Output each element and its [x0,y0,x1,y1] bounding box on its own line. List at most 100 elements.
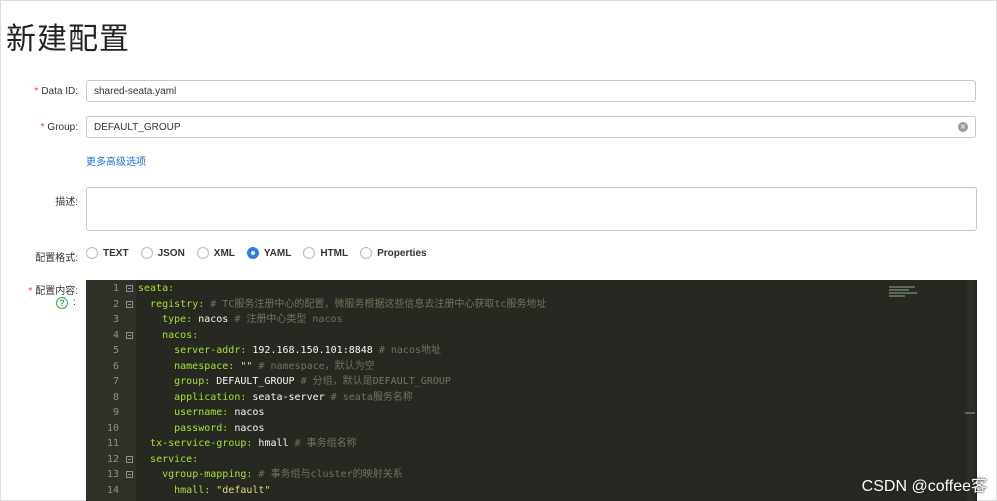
format-radio-text[interactable]: TEXT [86,247,129,259]
code-line[interactable]: 6 namespace: "" # namespace，默认为空 [86,359,977,375]
editor-scrollbar[interactable] [965,280,975,501]
line-number: 10 [106,422,119,434]
yaml-key: group: [174,376,211,387]
fold-toggle-icon[interactable] [126,331,133,339]
content-label: * 配置内容: [28,286,78,297]
code-text: nacos: [138,328,198,344]
clear-icon[interactable]: × [958,122,968,132]
code-line[interactable]: 8 application: seata-server # seata服务名称 [86,390,977,406]
line-number: 4 [112,329,119,341]
line-number: 9 [112,407,119,418]
code-line[interactable]: 11 tx-service-group: hmall # 事务组名称 [86,436,977,452]
radio-icon [360,247,373,259]
line-number: 2 [112,298,119,310]
code-line[interactable]: 9 username: nacos [86,405,977,421]
code-text: password: nacos [138,421,264,437]
yaml-key: vgroup-mapping: [162,469,253,480]
yaml-key: server-addr: [174,345,247,356]
yaml-value: hmall [252,438,289,449]
code-line[interactable]: 2 registry: # TC服务注册中心的配置，微服务根据这些信息去注册中心… [86,297,977,313]
yaml-value: nacos [192,314,229,325]
yaml-comment: # 事务组与cluster的映射关系 [252,469,403,480]
code-text: hmall: "default" [138,483,270,499]
yaml-comment: # 事务组名称 [288,438,357,449]
fold-toggle-icon[interactable] [126,285,133,292]
format-radio-json[interactable]: JSON [140,247,185,259]
code-text: username: nacos [138,405,264,421]
code-line[interactable]: 13 vgroup-mapping: # 事务组与cluster的映射关系 [86,467,977,483]
code-line[interactable]: 1 seata: [86,281,977,297]
code-text: service: [138,452,198,468]
yaml-comment: # namespace，默认为空 [252,360,375,372]
required-mark: * [28,286,33,297]
editor-minimap[interactable] [889,286,919,300]
format-radio-html[interactable]: HTML [303,247,348,259]
line-number: 8 [112,391,119,403]
watermark: CSDN @coffee客 [861,478,987,495]
code-text: group: DEFAULT_GROUP # 分组，默认是DEFAULT_GRO… [138,374,451,390]
code-text: seata: [138,281,174,297]
scroll-thumb[interactable] [965,412,975,414]
page-title: 新建配置 [6,23,130,56]
description-textarea[interactable] [86,187,977,231]
yaml-key: application: [174,391,247,403]
radio-icon [196,247,209,259]
yaml-value: DEFAULT_GROUP [210,376,295,387]
line-number: 12 [106,453,119,465]
radio-icon [303,247,316,259]
group-label: * Group: [40,122,78,133]
code-text: tx-service-group: hmall # 事务组名称 [138,436,357,452]
yaml-key: namespace: [174,360,235,372]
code-line[interactable]: 7 group: DEFAULT_GROUP # 分组，默认是DEFAULT_G… [86,374,977,390]
code-line[interactable]: 10 password: nacos [86,421,977,437]
code-line[interactable]: 3 type: nacos # 注册中心类型 nacos [86,312,977,328]
yaml-key: nacos: [162,329,199,341]
fold-toggle-icon[interactable] [126,300,133,308]
line-number: 6 [112,360,119,372]
yaml-comment: # seata服务名称 [324,391,413,403]
code-text: namespace: "" # namespace，默认为空 [138,359,375,375]
code-text: application: seata-server # seata服务名称 [138,390,413,406]
code-text: server-addr: 192.168.150.101:8848 # naco… [138,343,441,359]
code-line[interactable]: 14 hmall: "default" [86,483,977,499]
format-radio-yaml[interactable]: YAML [246,247,291,259]
yaml-value: "" [234,360,253,372]
required-mark: * [34,86,39,97]
radio-icon [140,247,153,259]
fold-toggle-icon[interactable] [126,455,133,463]
yaml-key: hmall: [174,484,211,496]
yaml-value: "default" [210,484,271,496]
yaml-comment: # 分组，默认是DEFAULT_GROUP [294,376,451,387]
code-line[interactable]: 5 server-addr: 192.168.150.101:8848 # na… [86,343,977,359]
format-label: 配置格式: [35,253,78,264]
format-radio-xml[interactable]: XML [196,247,235,259]
description-label: 描述: [55,197,78,208]
yaml-key: type: [162,314,193,325]
yaml-key: service: [150,453,199,465]
data-id-input[interactable]: shared-seata.yaml [86,80,976,102]
question-circle-icon[interactable]: ? [56,297,68,309]
advanced-options-link[interactable]: 更多高级选项 [86,153,146,168]
code-text: type: nacos # 注册中心类型 nacos [138,312,342,328]
group-input[interactable]: DEFAULT_GROUP × [86,116,976,138]
code-text: registry: # TC服务注册中心的配置，微服务根据这些信息去注册中心获取… [138,297,546,313]
format-radio-properties[interactable]: Properties [360,247,427,259]
code-editor[interactable]: 1 seata: 2 registry: # TC服务注册中心的配置，微服务根据这些… [86,280,977,501]
radio-icon [86,247,98,259]
code-line[interactable]: 12 service: [86,452,977,468]
yaml-value: seata-server [246,391,325,403]
fold-toggle-icon[interactable] [126,471,133,478]
code-line[interactable]: 4 nacos: [86,328,977,344]
line-number: 7 [112,376,119,387]
data-id-label: * Data ID: [34,86,78,97]
line-number: 14 [106,484,119,496]
yaml-key: username: [174,407,229,418]
yaml-comment: # nacos地址 [372,345,441,356]
